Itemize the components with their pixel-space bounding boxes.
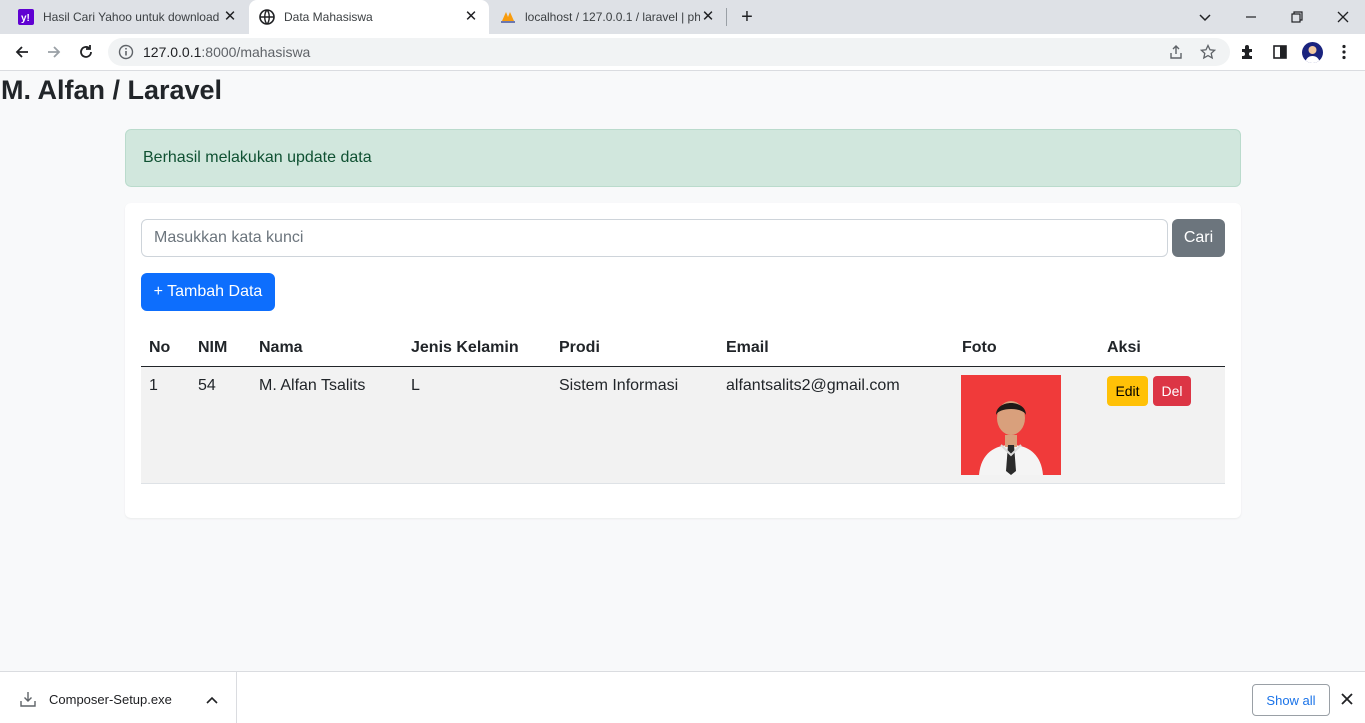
url-path: :8000/mahasiswa <box>201 44 311 60</box>
search-input[interactable] <box>141 219 1168 257</box>
add-data-button[interactable]: + Tambah Data <box>141 273 275 311</box>
cell-no: 1 <box>149 377 158 394</box>
cell-jenis-kelamin: L <box>411 377 420 394</box>
kebab-menu-icon <box>1342 44 1346 60</box>
window-close-button[interactable] <box>1320 0 1365 34</box>
svg-text:y!: y! <box>21 13 30 24</box>
yahoo-icon: y! <box>18 9 34 25</box>
header-no: No <box>149 339 171 356</box>
download-shelf: Composer-Setup.exe Show all <box>0 671 1365 723</box>
success-alert: Berhasil melakukan update data <box>125 129 1241 187</box>
person-portrait-icon <box>961 375 1061 475</box>
delete-button[interactable]: Del <box>1153 376 1191 406</box>
tab-title: Hasil Cari Yahoo untuk download <box>43 10 220 24</box>
reload-button[interactable] <box>72 38 100 66</box>
tab-phpmyadmin[interactable]: localhost / 127.0.0.1 / laravel | ph ✕ <box>490 0 726 34</box>
close-tab-icon[interactable]: ✕ <box>463 9 479 25</box>
back-button[interactable] <box>8 38 36 66</box>
cell-nim: 54 <box>198 377 216 394</box>
puzzle-icon <box>1242 45 1252 59</box>
chevron-up-icon[interactable] <box>205 694 219 708</box>
browser-toolbar: 127.0.0.1:8000/mahasiswa <box>0 34 1365 71</box>
tab-divider <box>726 8 727 26</box>
reload-icon <box>80 45 92 58</box>
avatar-icon <box>1305 46 1320 63</box>
search-button[interactable]: Cari <box>1172 219 1225 257</box>
restore-button[interactable] <box>1274 0 1320 34</box>
tab-title: localhost / 127.0.0.1 / laravel | ph <box>525 10 700 24</box>
extensions-button[interactable] <box>1239 43 1257 61</box>
share-icon[interactable] <box>1168 44 1184 60</box>
tab-title: Data Mahasiswa <box>284 10 373 24</box>
header-prodi: Prodi <box>559 339 600 356</box>
side-panel-icon <box>1273 45 1287 59</box>
close-tab-icon[interactable]: ✕ <box>700 9 716 25</box>
cell-nama: M. Alfan Tsalits <box>259 377 366 394</box>
data-card: Cari + Tambah Data No NIM Nama Jenis Kel… <box>125 203 1241 518</box>
mahasiswa-table: No NIM Nama Jenis Kelamin Prodi Email Fo… <box>141 329 1225 484</box>
cell-prodi: Sistem Informasi <box>559 377 679 394</box>
chevron-down-icon <box>1199 14 1211 22</box>
table-header: No NIM Nama Jenis Kelamin Prodi Email Fo… <box>141 329 1225 367</box>
star-bookmark-icon[interactable] <box>1200 44 1216 60</box>
edit-button[interactable]: Edit <box>1107 376 1148 406</box>
tab-strip: y! Hasil Cari Yahoo untuk download ✕ Dat… <box>0 0 1365 34</box>
close-shelf-icon[interactable] <box>1338 690 1356 708</box>
restore-icon <box>1291 11 1303 23</box>
url-host: 127.0.0.1 <box>143 44 202 60</box>
forward-arrow-icon <box>48 46 61 58</box>
back-arrow-icon <box>15 46 28 58</box>
header-nim: NIM <box>198 339 228 356</box>
close-tab-icon[interactable]: ✕ <box>222 9 238 25</box>
tab-yahoo-search[interactable]: y! Hasil Cari Yahoo untuk download ✕ <box>8 0 248 34</box>
globe-icon <box>259 9 275 25</box>
header-aksi: Aksi <box>1107 339 1141 356</box>
student-photo <box>961 375 1061 475</box>
show-all-button[interactable]: Show all <box>1252 684 1330 716</box>
table-row: 1 54 M. Alfan Tsalits L Sistem Informasi… <box>141 367 1225 484</box>
header-nama: Nama <box>259 339 303 356</box>
download-file-icon <box>20 692 36 707</box>
minimize-icon <box>1246 16 1256 18</box>
tab-search-button[interactable] <box>1182 0 1228 34</box>
forward-button[interactable] <box>40 38 68 66</box>
header-jenis-kelamin: Jenis Kelamin <box>411 339 519 356</box>
download-filename: Composer-Setup.exe <box>49 692 172 707</box>
profile-avatar[interactable] <box>1302 42 1323 63</box>
address-bar[interactable]: 127.0.0.1:8000/mahasiswa <box>108 38 1230 66</box>
close-icon <box>1337 11 1349 23</box>
new-tab-button[interactable]: + <box>737 7 757 27</box>
header-foto: Foto <box>962 339 997 356</box>
navbar-brand[interactable]: M. Alfan / Laravel <box>1 75 222 106</box>
minimize-button[interactable] <box>1228 0 1274 34</box>
info-icon[interactable] <box>118 44 134 60</box>
cell-email: alfantsalits2@gmail.com <box>726 377 900 394</box>
tab-data-mahasiswa[interactable]: Data Mahasiswa ✕ <box>249 0 489 34</box>
browser-menu-button[interactable] <box>1335 43 1353 61</box>
url-text[interactable]: 127.0.0.1:8000/mahasiswa <box>143 38 310 66</box>
phpmyadmin-icon <box>500 9 516 25</box>
download-item[interactable]: Composer-Setup.exe <box>0 672 237 723</box>
header-email: Email <box>726 339 769 356</box>
side-panel-button[interactable] <box>1271 43 1289 61</box>
